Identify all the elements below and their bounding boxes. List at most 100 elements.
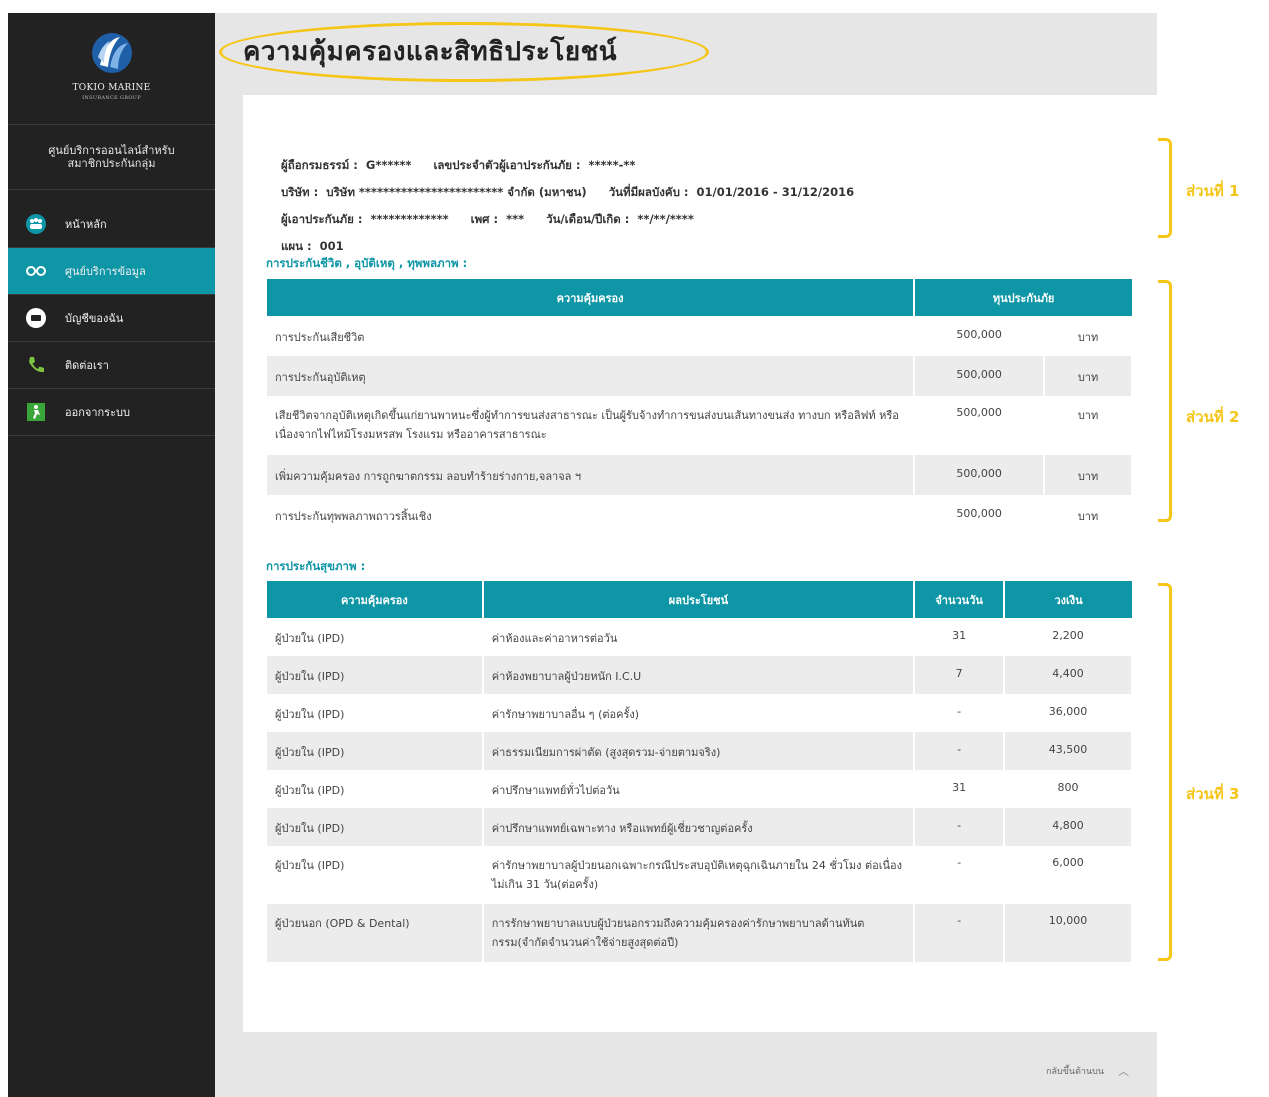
- days-cell: -: [914, 904, 1006, 962]
- sidebar-title-line2: สมาชิกประกันกลุ่ม: [67, 157, 156, 170]
- table-row: ผู้ป่วยใน (IPD) ค่าปรึกษาแพทย์ทั่วไปต่อว…: [267, 770, 1133, 808]
- limit-cell: 800: [1004, 770, 1133, 808]
- effective-date-value: 01/01/2016 - 31/12/2016: [696, 185, 855, 199]
- phone-icon: [25, 354, 47, 376]
- limit-cell: 43,500: [1004, 732, 1133, 770]
- sidebar-item-logout[interactable]: ออกจากระบบ: [8, 389, 215, 436]
- amount-cell: 500,000: [914, 455, 1046, 495]
- table-header: วงเงิน: [1004, 581, 1132, 618]
- coverage-cell: เสียชีวิตจากอุบัติเหตุเกิดขึ้นแก่ยานพาหน…: [267, 396, 916, 455]
- policy-holder-value: G******: [365, 158, 412, 172]
- table-header: ความคุ้มครอง: [267, 581, 484, 618]
- table-row: การประกันทุพพลภาพถาวรสิ้นเชิง 500,000 บา…: [267, 495, 1133, 535]
- part3-label: ส่วนที่ 3: [1186, 785, 1240, 803]
- brand-subtitle: INSURANCE GROUP: [82, 95, 141, 101]
- table-row: การประกันเสียชีวิต 500,000 บาท: [267, 316, 1133, 356]
- logo[interactable]: TOKIO MARINE INSURANCE GROUP: [8, 13, 215, 125]
- days-cell: -: [914, 732, 1006, 770]
- plan-label: แผน :: [281, 239, 312, 253]
- table-header: จำนวนวัน: [914, 581, 1006, 618]
- benefit-cell: ค่ารักษาพยาบาลผู้ป่วยนอกเฉพาะกรณีประสบอุ…: [482, 846, 916, 904]
- limit-cell: 36,000: [1004, 694, 1133, 732]
- info-line-3: ผู้เอาประกันภัย : ************* เพศ : **…: [281, 206, 872, 233]
- page-title: ความคุ้มครองและสิทธิประโยชน์: [243, 37, 618, 67]
- part1-bracket: [1158, 138, 1172, 238]
- limit-cell: 10,000: [1004, 904, 1133, 962]
- chevron-up-icon: ︿: [1118, 1065, 1129, 1078]
- coverage-cell: ผู้ป่วยใน (IPD): [267, 770, 484, 808]
- part1-label: ส่วนที่ 1: [1186, 182, 1240, 200]
- exit-icon: [25, 401, 47, 423]
- sidebar-item-contact[interactable]: ติดต่อเรา: [8, 342, 215, 389]
- table-row: ผู้ป่วยใน (IPD) ค่าห้องพยาบาลผู้ป่วยหนัก…: [267, 656, 1133, 694]
- main-content: ความคุ้มครองและสิทธิประโยชน์ ผู้ถือกรมธร…: [215, 13, 1157, 1097]
- part2-bracket: [1158, 280, 1172, 522]
- table-row: การประกันอุบัติเหตุ 500,000 บาท: [267, 356, 1133, 396]
- coverage-cell: ผู้ป่วยใน (IPD): [267, 732, 484, 770]
- part3-bracket: [1158, 583, 1172, 961]
- coverage-cell: เพิ่มความคุ้มครอง การถูกฆาตกรรม ลอบทำร้า…: [267, 455, 916, 495]
- days-cell: 31: [914, 770, 1006, 808]
- unit-cell: บาท: [1044, 495, 1133, 535]
- days-cell: 7: [914, 656, 1006, 694]
- table-header: ทุนประกันภัย: [914, 279, 1132, 316]
- back-to-top-link[interactable]: กลับขึ้นด้านบน ︿: [1046, 1063, 1129, 1079]
- sidebar-title-line1: ศูนย์บริการออนไลน์สำหรับ: [48, 144, 175, 157]
- coverage-cell: ผู้ป่วยใน (IPD): [267, 808, 484, 846]
- info-line-1: ผู้ถือกรมธรรม์ : G****** เลขประจำตัวผู้เ…: [281, 152, 872, 179]
- coverage-cell: ผู้ป่วยใน (IPD): [267, 694, 484, 732]
- card-icon: [25, 307, 47, 329]
- sidebar-item-info-center[interactable]: ศูนย์บริการข้อมูล: [8, 248, 215, 295]
- coverage-cell: การประกันทุพพลภาพถาวรสิ้นเชิง: [267, 495, 916, 535]
- insured-id-label: เลขประจำตัวผู้เอาประกันภัย :: [433, 158, 581, 172]
- sidebar-title: ศูนย์บริการออนไลน์สำหรับ สมาชิกประกันกลุ…: [8, 125, 215, 190]
- insured-id-value: *****-**: [588, 158, 636, 172]
- benefit-cell: ค่าธรรมเนียมการผ่าตัด (สูงสุดรวม-จ่ายตาม…: [482, 732, 916, 770]
- benefit-cell: การรักษาพยาบาลแบบผู้ป่วยนอกรวมถึงความคุ้…: [482, 904, 916, 962]
- days-cell: -: [914, 808, 1006, 846]
- amount-cell: 500,000: [914, 316, 1046, 356]
- benefit-cell: ค่าปรึกษาแพทย์ทั่วไปต่อวัน: [482, 770, 916, 808]
- brand-name: TOKIO MARINE: [72, 83, 151, 93]
- sidebar-item-home[interactable]: หน้าหลัก: [8, 201, 215, 248]
- amount-cell: 500,000: [914, 495, 1046, 535]
- info-line-2: บริษัท : บริษัท ************************…: [281, 179, 872, 206]
- coverage-cell: ผู้ป่วยใน (IPD): [267, 846, 484, 904]
- benefit-cell: ค่าห้องและค่าอาหารต่อวัน: [482, 618, 916, 656]
- table-header-row: ความคุ้มครอง ทุนประกันภัย: [267, 279, 1132, 316]
- unit-cell: บาท: [1044, 455, 1133, 495]
- coverage-card: ผู้ถือกรมธรรม์ : G****** เลขประจำตัวผู้เ…: [243, 95, 1157, 1032]
- sidebar-item-label: ศูนย์บริการข้อมูล: [65, 265, 146, 278]
- life-section-label: การประกันชีวิต , อุบัติเหตุ , ทุพพลภาพ :: [266, 256, 468, 270]
- coverage-cell: ผู้ป่วยใน (IPD): [267, 618, 484, 656]
- benefit-cell: ค่ารักษาพยาบาลอื่น ๆ (ต่อครั้ง): [482, 694, 916, 732]
- days-cell: -: [914, 694, 1006, 732]
- part2-label: ส่วนที่ 2: [1186, 408, 1240, 426]
- effective-date-label: วันที่มีผลบังคับ :: [608, 185, 689, 199]
- amount-cell: 500,000: [914, 356, 1046, 396]
- table-row: เพิ่มความคุ้มครอง การถูกฆาตกรรม ลอบทำร้า…: [267, 455, 1133, 495]
- sidebar-item-my-account[interactable]: บัญชีของฉัน: [8, 295, 215, 342]
- limit-cell: 4,800: [1004, 808, 1133, 846]
- policy-holder-label: ผู้ถือกรมธรรม์ :: [281, 158, 358, 172]
- limit-cell: 6,000: [1004, 846, 1133, 904]
- unit-cell: บาท: [1044, 396, 1133, 455]
- table-header-row: ความคุ้มครอง ผลประโยชน์ จำนวนวัน วงเงิน: [267, 581, 1132, 618]
- dob-value: **/**/****: [637, 212, 694, 226]
- back-to-top-label: กลับขึ้นด้านบน: [1046, 1067, 1104, 1077]
- table-header: ผลประโยชน์: [482, 581, 916, 618]
- table-row: ผู้ป่วยใน (IPD) ค่าห้องและค่าอาหารต่อวัน…: [267, 618, 1133, 656]
- benefit-cell: ค่าห้องพยาบาลผู้ป่วยหนัก I.C.U: [482, 656, 916, 694]
- health-section-label: การประกันสุขภาพ :: [266, 559, 366, 573]
- plan-value: 001: [319, 239, 344, 253]
- health-coverage-table: ความคุ้มครอง ผลประโยชน์ จำนวนวัน วงเงิน …: [267, 581, 1133, 962]
- amount-cell: 500,000: [914, 396, 1046, 455]
- table-row: ผู้ป่วยใน (IPD) ค่ารักษาพยาบาลอื่น ๆ (ต่…: [267, 694, 1133, 732]
- coverage-cell: ผู้ป่วยนอก (OPD & Dental): [267, 904, 484, 962]
- company-value: บริษัท ************************ จำกัด (ม…: [326, 185, 587, 199]
- coverage-cell: การประกันอุบัติเหตุ: [267, 356, 916, 396]
- company-label: บริษัท :: [281, 185, 319, 199]
- insured-value: *************: [370, 212, 449, 226]
- gender-label: เพศ :: [470, 212, 499, 226]
- life-coverage-table: ความคุ้มครอง ทุนประกันภัย การประกันเสียช…: [267, 279, 1133, 535]
